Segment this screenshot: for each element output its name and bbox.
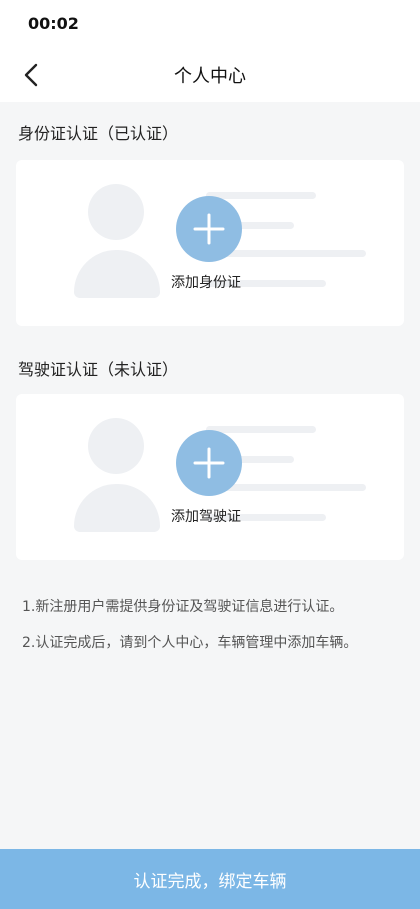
plus-icon (193, 213, 225, 245)
plus-icon (193, 447, 225, 479)
bind-vehicle-button[interactable]: 认证完成，绑定车辆 (0, 849, 420, 909)
avatar-placeholder-body (74, 484, 160, 532)
add-id-card-label: 添加身份证 (171, 275, 241, 291)
id-card-upload-card[interactable]: 添加身份证 (16, 160, 404, 326)
avatar-placeholder-head (88, 418, 144, 474)
note-item: 1.新注册用户需提供身份证及驾驶证信息进行认证。 (22, 599, 344, 615)
driver-license-upload-card[interactable]: 添加驾驶证 (16, 394, 404, 560)
notes: 1.新注册用户需提供身份证及驾驶证信息进行认证。 2.认证完成后，请到个人中心，… (22, 598, 402, 670)
nav-bar: 个人中心 (0, 48, 420, 102)
add-driver-license-label: 添加驾驶证 (171, 509, 241, 525)
status-bar: 00:02 (0, 0, 420, 48)
status-time: 00:02 (28, 14, 79, 33)
add-driver-license-button[interactable] (176, 430, 242, 496)
avatar-placeholder-head (88, 184, 144, 240)
avatar-placeholder-body (74, 250, 160, 298)
id-card-section-title: 身份证认证（已认证） (18, 124, 179, 143)
note-item: 2.认证完成后，请到个人中心，车辆管理中添加车辆。 (22, 635, 358, 651)
driver-license-section-title: 驾驶证认证（未认证） (18, 360, 179, 379)
page-title: 个人中心 (174, 66, 246, 87)
add-id-card-button[interactable] (176, 196, 242, 262)
